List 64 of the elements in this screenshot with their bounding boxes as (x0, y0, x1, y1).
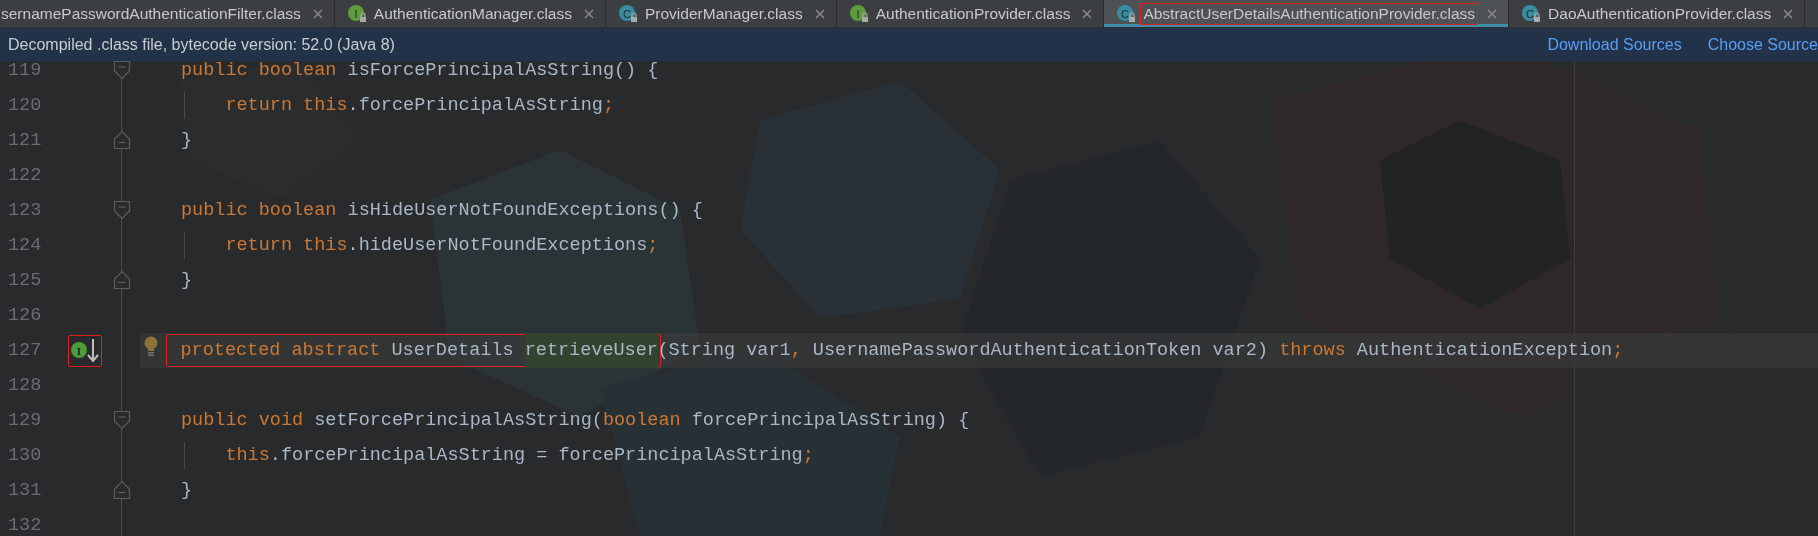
editor-tab[interactable]: C ProviderManager.class (606, 0, 837, 27)
keyword: ; (647, 234, 659, 258)
code-text: .forcePrincipalAsString = forcePrincipalAsString (269, 444, 803, 468)
keyword: ; (1612, 339, 1624, 363)
close-icon[interactable] (583, 7, 595, 20)
code-text: } (181, 479, 193, 503)
code-text: AuthenticationException (1355, 339, 1613, 363)
code-text: } (181, 269, 193, 293)
class-file-icon: I (848, 3, 869, 24)
banner-link[interactable]: Choose Source (1707, 35, 1818, 54)
code-text: UserDetails (390, 339, 515, 363)
implementation-gutter-icon[interactable]: I (68, 335, 102, 367)
code-text: } (181, 129, 193, 153)
keyword: ; (602, 94, 614, 118)
line-number: 120 (7, 95, 43, 116)
keyword: throws (1279, 339, 1346, 363)
keyword: return this (224, 234, 348, 258)
lightbulb-icon[interactable] (143, 335, 159, 358)
line-number: 130 (7, 445, 43, 466)
code-text: setForcePrincipalAsString( (313, 409, 603, 433)
class-file-icon: C (1116, 3, 1137, 24)
class-file-icon: C (1521, 3, 1542, 24)
class-file-icon: C (618, 3, 638, 24)
close-icon[interactable] (1081, 7, 1094, 20)
line-number: 119 (7, 61, 43, 81)
line-number: 122 (7, 165, 43, 186)
line-number: 132 (7, 515, 43, 536)
line-number: 128 (7, 375, 43, 396)
line-number: 129 (7, 410, 43, 431)
keyword: return this (224, 94, 348, 118)
keyword: , (790, 339, 802, 363)
keyword: boolean (602, 409, 681, 433)
keyword: this (224, 444, 270, 468)
banner-link[interactable]: Download Sources (1547, 35, 1682, 54)
decompiled-notice: Decompiled .class file, bytecode version: 52.0 (Java 8) (8, 35, 395, 54)
code-text: .forcePrincipalAsString (347, 94, 603, 118)
close-icon[interactable] (1782, 7, 1795, 20)
line-number: 131 (7, 480, 43, 501)
close-icon[interactable] (1486, 7, 1499, 20)
line-number: 126 (7, 305, 43, 326)
editor-tab[interactable]: I AuthenticationManager.class (334, 0, 606, 27)
editor-tab[interactable]: C DaoAuthenticationProvider.class (1509, 0, 1806, 27)
code-text: .hideUserNotFoundExceptions (347, 234, 648, 258)
line-number: 127 (7, 340, 43, 361)
class-file-icon: I (346, 3, 367, 24)
keyword: public boolean (181, 61, 337, 83)
line-number: 121 (7, 130, 43, 151)
editor-tab[interactable]: C AbstractUserDetailsAuthenticationProvider.class (1104, 0, 1510, 27)
code-text: UsernamePasswordAuthenticationToken var2) (811, 339, 1270, 363)
line-number: 125 (7, 270, 43, 291)
code-text: forcePrincipalAsString) { (690, 409, 970, 433)
editor-tab[interactable]: sernamePasswordAuthenticationFilter.class (0, 0, 335, 27)
editor-tab[interactable]: I AuthenticationProvider.class (836, 0, 1105, 27)
code-text: isForcePrincipalAsString() { (346, 61, 659, 83)
keyword: public void (181, 409, 304, 433)
code-text: isHideUserNotFoundExceptions() { (346, 199, 703, 223)
keyword: public boolean (181, 199, 337, 223)
keyword: protected abstract (180, 339, 381, 363)
line-number: 123 (7, 200, 43, 221)
line-number: 124 (7, 235, 43, 256)
highlighted-identifier: retrieveUser (524, 333, 658, 368)
close-icon[interactable] (311, 7, 324, 20)
close-icon[interactable] (813, 7, 826, 20)
keyword: ; (802, 444, 814, 468)
